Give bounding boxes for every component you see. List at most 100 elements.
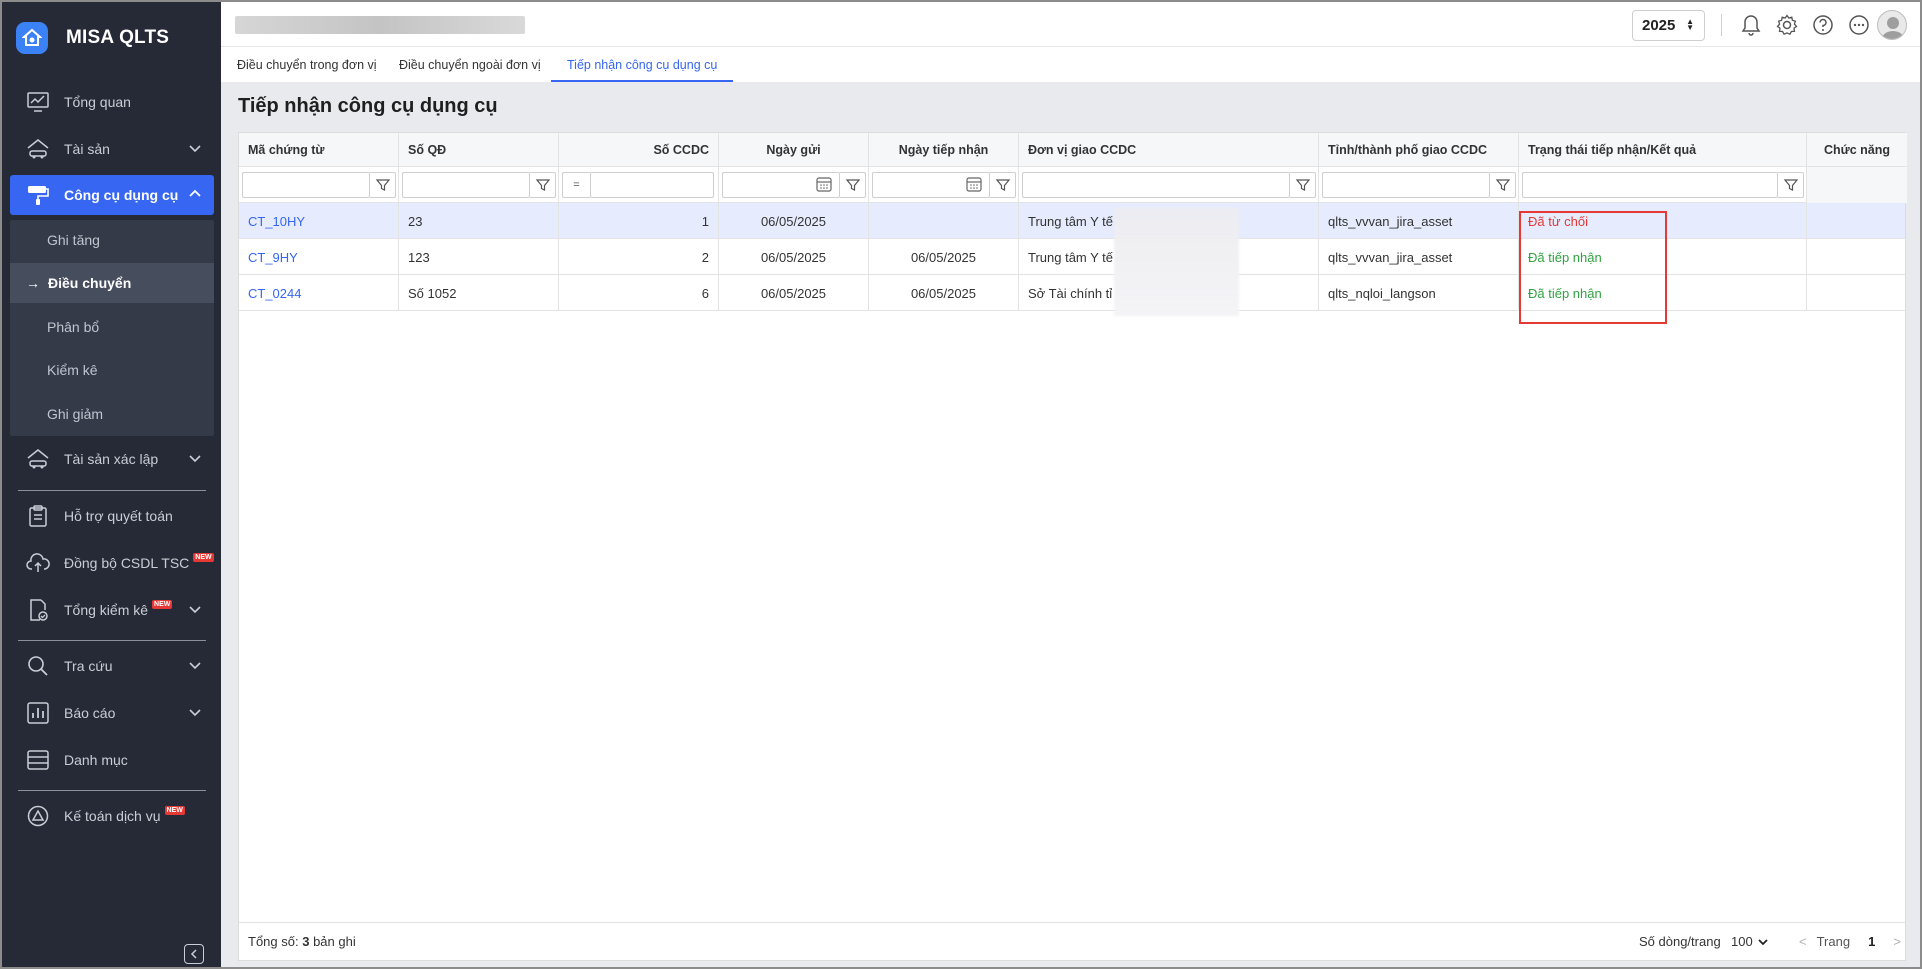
total-label: Tổng số: [248, 934, 299, 949]
sidebar-item-label: Tra cứu [64, 658, 113, 674]
submenu-item-ghi-tang[interactable]: Ghi tăng [10, 220, 214, 260]
sidebar-item-dong-bo-csdl-tsc[interactable]: Đồng bộ CSDL TSC NEW [10, 543, 214, 583]
column-header-ngay-tiep-nhan[interactable]: Ngày tiếp nhận [869, 133, 1019, 167]
document-code-link[interactable]: CT_0244 [248, 286, 301, 301]
next-page-icon[interactable]: > [1893, 934, 1901, 949]
filter-icon[interactable] [370, 172, 396, 198]
filter-icon[interactable] [1778, 172, 1804, 198]
avatar[interactable] [1877, 10, 1907, 40]
filter-cell [1807, 167, 1907, 203]
sidebar-item-tra-cuu[interactable]: Tra cứu [10, 646, 214, 686]
submenu-item-ghi-giam[interactable]: Ghi giảm [10, 394, 214, 434]
submenu-item-label: Kiểm kê [47, 362, 98, 378]
sidebar-item-label: Kế toán dịch vụ [64, 808, 161, 824]
filter-cell [1019, 167, 1319, 203]
sidebar-item-tong-quan[interactable]: Tổng quan [10, 82, 214, 122]
gear-icon[interactable] [1775, 13, 1799, 37]
house-car-icon [26, 447, 50, 471]
filter-icon[interactable] [990, 172, 1016, 198]
submenu-item-kiem-ke[interactable]: Kiểm kê [10, 350, 214, 390]
filter-cell [399, 167, 559, 203]
chevron-down-icon [188, 141, 202, 158]
app-name: MISA QLTS [66, 27, 170, 48]
document-code-link[interactable]: CT_10HY [248, 214, 305, 229]
document-check-icon [26, 598, 50, 622]
cell-so-ccdc: 2 [701, 249, 709, 265]
cell-ngay-gui: 06/05/2025 [760, 249, 827, 265]
year-select[interactable]: 2025 ▲ ▼ [1632, 10, 1705, 41]
column-header-ngay-gui[interactable]: Ngày gửi [719, 133, 869, 167]
submenu-item-phan-bo[interactable]: Phân bổ [10, 307, 214, 347]
column-header-tinh-thanh-pho[interactable]: Tỉnh/thành phố giao CCDC [1319, 133, 1519, 167]
filter-input-so-ccdc[interactable] [590, 172, 714, 198]
tab-dieu-chuyen-ngoai-don-vi[interactable]: Điều chuyển ngoài đơn vị [383, 47, 557, 82]
column-header-trang-thai[interactable]: Trạng thái tiếp nhận/Kết quả [1519, 133, 1807, 167]
calendar-icon[interactable] [816, 176, 832, 195]
submenu-item-dieu-chuyen[interactable]: → Điều chuyển [10, 263, 214, 303]
paint-roller-icon [26, 183, 50, 207]
filter-icon[interactable] [840, 172, 866, 198]
tab-dieu-chuyen-trong-don-vi[interactable]: Điều chuyển trong đơn vị [221, 47, 393, 82]
house-car-icon [26, 137, 50, 161]
list-icon [26, 748, 50, 772]
tab-label: Điều chuyển ngoài đơn vị [399, 57, 541, 72]
filter-input-tinh-thanh-pho[interactable] [1322, 172, 1490, 198]
column-header-ma-chung-tu[interactable]: Mã chứng từ [239, 133, 399, 167]
page-size-value: 100 [1731, 934, 1753, 949]
filter-icon[interactable] [1490, 172, 1516, 198]
filter-input-ma-chung-tu[interactable] [242, 172, 370, 198]
chevron-down-icon [188, 705, 202, 722]
new-badge: NEW [164, 805, 185, 815]
help-icon[interactable] [1811, 13, 1835, 37]
sidebar-item-tong-kiem-ke[interactable]: Tổng kiểm kê NEW [10, 590, 214, 630]
sidebar-item-ho-tro-quyet-toan[interactable]: Hỗ trợ quyết toán [10, 496, 214, 536]
collapse-sidebar-button[interactable] [184, 944, 204, 964]
submenu-item-label: Điều chuyển [48, 275, 132, 291]
app-logo[interactable]: MISA QLTS [16, 22, 169, 54]
cell-chuc-nang [1807, 239, 1907, 275]
cell-so-qd: 23 [408, 213, 423, 229]
filter-cell: = [559, 167, 719, 203]
chevron-down-icon [188, 451, 202, 468]
column-header-so-ccdc[interactable]: Số CCDC [559, 133, 719, 167]
sidebar-item-ke-toan-dich-vu[interactable]: Kế toán dịch vụ NEW [10, 796, 214, 836]
bell-icon[interactable] [1739, 13, 1763, 37]
app-window: MISA QLTS Tổng quan Tài sản Công cụ dụng… [0, 0, 1922, 969]
sidebar-item-bao-cao[interactable]: Báo cáo [10, 693, 214, 733]
sidebar-item-danh-muc[interactable]: Danh mục [10, 740, 214, 780]
submenu-item-label: Ghi giảm [47, 406, 104, 422]
cell-tinh-thanh-pho: qlts_nqloi_langson [1328, 285, 1436, 301]
document-code-link[interactable]: CT_9HY [248, 250, 298, 265]
filter-input-trang-thai[interactable] [1522, 172, 1778, 198]
sidebar-item-tai-san[interactable]: Tài sản [10, 129, 214, 169]
column-header-chuc-nang: Chức năng [1807, 133, 1907, 167]
filter-operator-button[interactable]: = [562, 172, 590, 198]
sidebar-item-cong-cu-dung-cu[interactable]: Công cụ dụng cụ [10, 175, 214, 215]
filter-icon[interactable] [530, 172, 556, 198]
cloud-upload-icon [26, 551, 50, 575]
main-content: Tiếp nhận công cụ dụng cụ Mã chứng từ Số… [221, 82, 1920, 967]
page-size-select[interactable]: 100 [1731, 934, 1769, 949]
filter-input-so-qd[interactable] [402, 172, 530, 198]
chevron-down-icon [188, 658, 202, 675]
column-header-don-vi-giao[interactable]: Đơn vị giao CCDC [1019, 133, 1319, 167]
chevron-left-icon [190, 949, 197, 959]
chevron-up-icon [188, 187, 202, 204]
tab-label: Tiếp nhận công cụ dụng cụ [567, 57, 718, 72]
filter-row: = [239, 167, 1907, 203]
cell-ngay-gui: 06/05/2025 [760, 213, 827, 229]
submenu-item-label: Phân bổ [47, 319, 100, 335]
sidebar-item-tai-san-xac-lap[interactable]: Tài sản xác lập [10, 439, 214, 479]
total-records: Tổng số: 3 bản ghi [248, 934, 356, 949]
column-header-so-qd[interactable]: Số QĐ [399, 133, 559, 167]
tab-tiep-nhan-cong-cu-dung-cu[interactable]: Tiếp nhận công cụ dụng cụ [551, 47, 734, 82]
calendar-icon[interactable] [966, 176, 982, 195]
sidebar: MISA QLTS Tổng quan Tài sản Công cụ dụng… [2, 2, 221, 967]
more-icon[interactable] [1847, 13, 1871, 37]
page-title: Tiếp nhận công cụ dụng cụ [238, 95, 498, 117]
prev-page-icon[interactable]: < [1799, 934, 1807, 949]
tab-label: Điều chuyển trong đơn vị [237, 57, 377, 72]
filter-input-don-vi-giao[interactable] [1022, 172, 1290, 198]
filter-icon[interactable] [1290, 172, 1316, 198]
grid-footer: Tổng số: 3 bản ghi Số dòng/trang 100 < T… [239, 922, 1905, 960]
